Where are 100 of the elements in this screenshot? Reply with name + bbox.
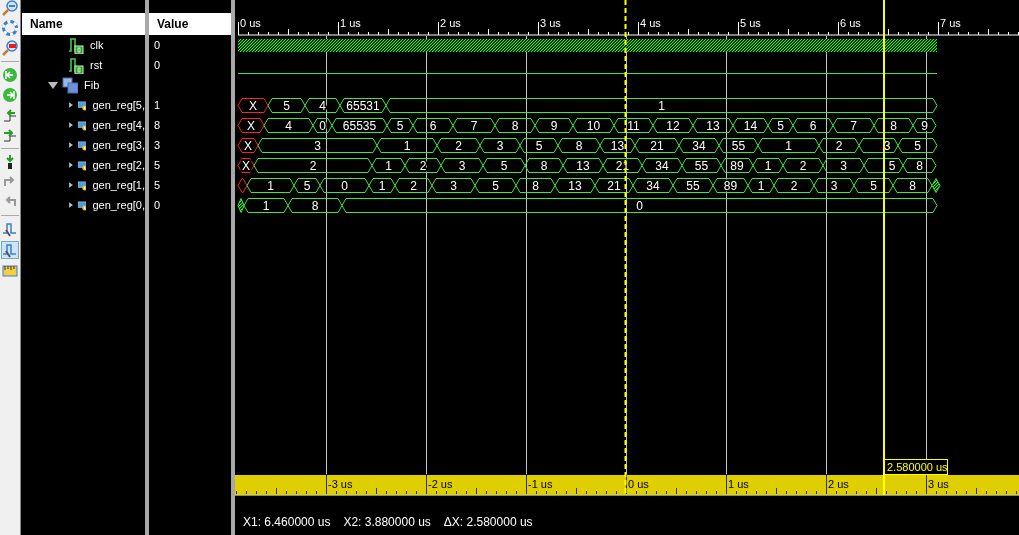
delta-label: 2 us [828, 478, 849, 490]
expander-arrow-icon[interactable] [68, 160, 74, 170]
signal-name[interactable]: gen_reg[1, [92, 179, 145, 191]
bus-value: 2 [404, 158, 442, 173]
bus-value: 2 [782, 158, 824, 173]
step-arrow-icon[interactable] [2, 127, 18, 143]
cursor-reading: X2: 3.880000 us [343, 514, 431, 529]
expander-arrow-icon[interactable] [48, 80, 58, 90]
step-arrow-icon[interactable] [2, 107, 18, 123]
bus-value: 8 [287, 198, 343, 213]
bus-value: 6 [792, 118, 834, 133]
magnifier-icon[interactable] [2, 0, 18, 16]
bus-value: 13 [692, 118, 734, 133]
bus-value: 34 [678, 138, 720, 153]
bus-value: 1 [371, 158, 406, 173]
bus-value: 5 [386, 118, 414, 133]
bus-value: 4 [304, 98, 341, 113]
waveform-icon[interactable] [1, 241, 19, 259]
cursor-label: 2.580000 us [884, 459, 948, 475]
bit-signal-icon [68, 36, 84, 54]
delta-label: -3 us [328, 478, 353, 490]
signal-name[interactable]: Fib [84, 79, 100, 91]
bus-value: 89 [720, 158, 754, 173]
bus-value: 2 [253, 158, 373, 173]
signal-name[interactable]: gen_reg[3, [92, 139, 145, 151]
signal-name[interactable]: gen_reg[0, [92, 199, 145, 211]
bus-value: X [237, 98, 269, 113]
bus-value: 3 [257, 138, 378, 153]
expander-arrow-icon[interactable] [68, 200, 74, 210]
bus-value: 13 [554, 178, 596, 193]
bus-value: 6 [412, 118, 454, 133]
signal-name[interactable]: gen_reg[2, [92, 159, 145, 171]
bus-value: 8 [524, 158, 564, 173]
bus-value: 1 [246, 178, 295, 193]
expander-arrow-icon[interactable] [68, 140, 74, 150]
signal-value: 0 [154, 39, 161, 51]
bus-value: 65535 [331, 118, 388, 133]
waveform-icon[interactable] [2, 221, 18, 237]
column-header[interactable]: Value [149, 13, 231, 35]
bus-value: 3 [431, 178, 476, 193]
bus-value: 12 [652, 118, 694, 133]
bus-value: 10 [572, 118, 615, 133]
bus-value: X [237, 138, 259, 153]
ring-icon[interactable] [2, 20, 18, 36]
magnifier-icon[interactable] [2, 40, 18, 56]
bus-value: 7 [832, 118, 875, 133]
cursor-reading: ΔX: 2.580000 us [443, 514, 533, 529]
bus-value: 8 [494, 118, 536, 133]
signal-value: 0 [154, 59, 161, 71]
arrow-circle-icon[interactable] [2, 67, 18, 83]
bus-value: 21 [634, 138, 680, 153]
bus-value: 2 [436, 138, 481, 153]
bus-value: 13 [599, 138, 636, 153]
delta-label: -2 us [428, 478, 453, 490]
bus-value: 8 [873, 118, 914, 133]
signal-value: 1 [154, 99, 161, 111]
time-label: 3 us [540, 17, 561, 29]
bus-value: 8 [557, 138, 601, 153]
delta-label: 3 us [928, 478, 949, 490]
bus-value: 14 [732, 118, 769, 133]
delta-ruler[interactable] [235, 473, 1019, 495]
time-ruler[interactable] [238, 21, 1019, 36]
bus-value: 8 [892, 178, 933, 193]
bus-value: 55 [718, 138, 759, 153]
bus-value: 5 [474, 178, 517, 193]
cursor-reading: X1: 6.460000 us [243, 514, 331, 529]
bus-value: 3 [440, 158, 484, 173]
column-header[interactable]: Name [22, 13, 145, 35]
expander-arrow-icon[interactable] [68, 180, 74, 190]
time-label: 7 us [940, 17, 961, 29]
bus-value: 0 [319, 178, 370, 193]
expander-arrow-icon[interactable] [68, 100, 74, 110]
bus-value: 8 [515, 178, 556, 193]
signal-value: 8 [154, 119, 161, 131]
bus-value: 2 [818, 138, 860, 153]
bus-value: 5 [853, 178, 894, 193]
bus-value: 5 [267, 98, 306, 113]
signal-name[interactable]: rst [90, 59, 103, 71]
signal-name[interactable]: clk [90, 39, 104, 51]
bus-value: 34 [632, 178, 674, 193]
ruler-icon[interactable] [2, 263, 18, 279]
bus-value: 0 [312, 118, 333, 133]
bus-value: 3 [813, 178, 855, 193]
delta-label: 0 us [628, 478, 649, 490]
bus-value: 13 [562, 158, 604, 173]
signal-name[interactable]: gen_reg[4, [92, 119, 145, 131]
bus-value: 8 [902, 158, 937, 173]
bus-value: 2 [394, 178, 433, 193]
expander-arrow-icon[interactable] [68, 120, 74, 130]
bus-value: 55 [681, 158, 722, 173]
time-label: 4 us [640, 17, 661, 29]
bus-value: 7 [452, 118, 496, 133]
arrow-circle-icon[interactable] [2, 87, 18, 103]
bus-value: 1 [747, 178, 775, 193]
signal-name[interactable]: gen_reg[5, [92, 99, 145, 111]
signal-value: 3 [154, 139, 161, 151]
bus-value: 1 [385, 98, 938, 113]
signal-value: 5 [154, 159, 161, 171]
bus-value: 3 [822, 158, 865, 173]
bus-value: 0 [341, 198, 938, 213]
